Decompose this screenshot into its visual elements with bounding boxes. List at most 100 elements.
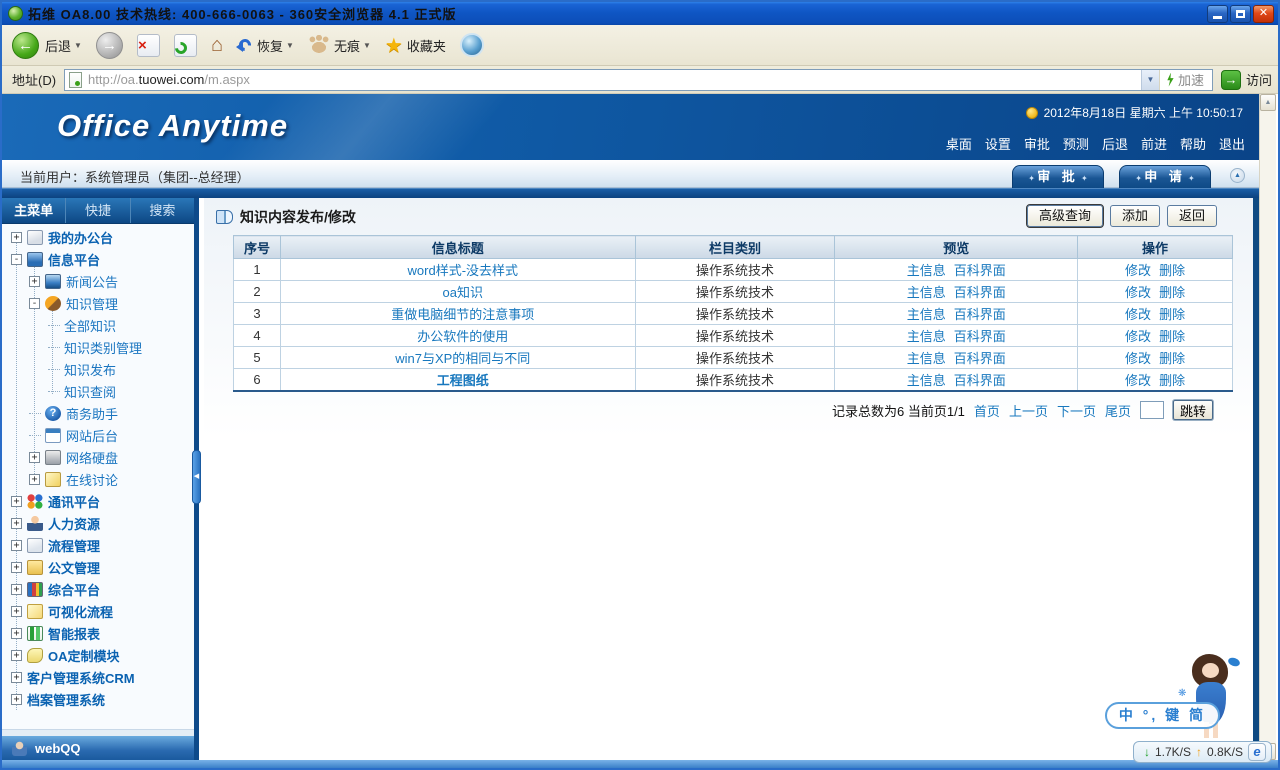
webqq-bar[interactable]: webQQ (2, 736, 194, 760)
link-wiki-view[interactable]: 百科界面 (954, 263, 1006, 278)
tree-item-online-discussion[interactable]: 在线讨论 (2, 468, 194, 490)
link-wiki-view[interactable]: 百科界面 (954, 307, 1006, 322)
link-delete[interactable]: 删除 (1159, 307, 1185, 322)
tab-quick[interactable]: 快捷 (66, 198, 130, 223)
menu-desktop[interactable]: 桌面 (946, 134, 972, 153)
expand-icon[interactable] (29, 452, 40, 463)
expand-icon[interactable] (11, 650, 22, 661)
collapse-header-button[interactable]: ▲ (1230, 168, 1245, 183)
first-page-link[interactable]: 首页 (974, 401, 1000, 420)
game-mode-button[interactable] (460, 33, 484, 57)
expand-icon[interactable] (29, 474, 40, 485)
tree-item-network-disk[interactable]: 网络硬盘 (2, 446, 194, 468)
menu-logout[interactable]: 退出 (1219, 134, 1245, 153)
expand-icon[interactable] (11, 606, 22, 617)
expand-icon[interactable] (11, 496, 22, 507)
menu-forward[interactable]: 前进 (1141, 134, 1167, 153)
home-button[interactable]: ⌂ (211, 34, 223, 57)
accelerate-button[interactable]: 加速 (1159, 70, 1210, 90)
approve-tab-button[interactable]: ✦ 审 批 ✦ (1012, 165, 1104, 188)
page-jump-input[interactable] (1140, 401, 1164, 419)
link-edit[interactable]: 修改 (1125, 373, 1151, 388)
tab-main-menu[interactable]: 主菜单 (2, 198, 66, 223)
link-edit[interactable]: 修改 (1125, 285, 1151, 300)
link-wiki-view[interactable]: 百科界面 (954, 373, 1006, 388)
link-edit[interactable]: 修改 (1125, 307, 1151, 322)
address-input[interactable]: http://oa. tuowei.com /m.aspx ▼ 加速 (64, 69, 1213, 91)
link-delete[interactable]: 删除 (1159, 351, 1185, 366)
tree-item-crm[interactable]: 客户管理系统CRM (2, 666, 194, 688)
advanced-query-button[interactable]: 高级查询 (1027, 205, 1103, 227)
tab-search[interactable]: 搜索 (131, 198, 194, 223)
refresh-button[interactable] (174, 34, 197, 57)
expand-icon[interactable] (11, 694, 22, 705)
link-main-info[interactable]: 主信息 (907, 329, 946, 344)
tree-item-info-platform[interactable]: 信息平台 (2, 248, 194, 270)
collapse-icon[interactable] (29, 298, 40, 309)
row-title-link[interactable]: win7与XP的相同与不同 (395, 351, 530, 366)
expand-icon[interactable] (11, 672, 22, 683)
restore-dropdown-icon[interactable]: ▼ (286, 41, 294, 50)
menu-forecast[interactable]: 预测 (1063, 134, 1089, 153)
expand-icon[interactable] (11, 562, 22, 573)
menu-back[interactable]: 后退 (1102, 134, 1128, 153)
tree-item-document-mgmt[interactable]: 公文管理 (2, 556, 194, 578)
expand-icon[interactable] (11, 518, 22, 529)
tree-item-integrated-platform[interactable]: 综合平台 (2, 578, 194, 600)
row-title-link[interactable]: 工程图纸 (437, 373, 489, 388)
tree-item-comm-platform[interactable]: 通讯平台 (2, 490, 194, 512)
scroll-up-button[interactable]: ▲ (1260, 94, 1276, 111)
next-page-link[interactable]: 下一页 (1057, 401, 1096, 420)
tree-item-knowledge-publish[interactable]: 知识发布 (2, 358, 194, 380)
tree-item-knowledge-category[interactable]: 知识类别管理 (2, 336, 194, 358)
expand-icon[interactable] (11, 584, 22, 595)
menu-settings[interactable]: 设置 (985, 134, 1011, 153)
link-edit[interactable]: 修改 (1125, 329, 1151, 344)
menu-help[interactable]: 帮助 (1180, 134, 1206, 153)
ime-status-bar[interactable]: 中 °, 键 简 (1105, 702, 1220, 729)
tree-item-all-knowledge[interactable]: 全部知识 (2, 314, 194, 336)
tree-item-knowledge-mgmt[interactable]: 知识管理 (2, 292, 194, 314)
tree-item-knowledge-view[interactable]: 知识查阅 (2, 380, 194, 402)
tree-item-my-office[interactable]: 我的办公台 (2, 226, 194, 248)
expand-icon[interactable] (11, 232, 22, 243)
sidebar-collapse-handle[interactable]: ◀ (192, 450, 201, 504)
browser-e-icon[interactable]: e (1248, 743, 1266, 761)
tree-item-smart-report[interactable]: 智能报表 (2, 622, 194, 644)
tree-item-business-assistant[interactable]: ?商务助手 (2, 402, 194, 424)
prev-page-link[interactable]: 上一页 (1009, 401, 1048, 420)
link-main-info[interactable]: 主信息 (907, 307, 946, 322)
tree-item-oa-custom-module[interactable]: OA定制模块 (2, 644, 194, 666)
incognito-dropdown-icon[interactable]: ▼ (363, 41, 371, 50)
tree-item-visual-process[interactable]: 可视化流程 (2, 600, 194, 622)
expand-icon[interactable] (11, 540, 22, 551)
close-button[interactable]: ✕ (1253, 5, 1274, 23)
restore-button[interactable] (1230, 5, 1251, 23)
back-button[interactable]: ← 后退 ▼ (12, 32, 82, 59)
expand-icon[interactable] (29, 276, 40, 287)
jump-button[interactable]: 跳转 (1173, 400, 1213, 420)
last-page-link[interactable]: 尾页 (1105, 401, 1131, 420)
tree-item-archive-mgmt[interactable]: 档案管理系统 (2, 688, 194, 710)
row-title-link[interactable]: oa知识 (443, 285, 483, 300)
forward-button[interactable]: → (96, 32, 123, 59)
link-delete[interactable]: 删除 (1159, 285, 1185, 300)
link-delete[interactable]: 删除 (1159, 373, 1185, 388)
link-wiki-view[interactable]: 百科界面 (954, 329, 1006, 344)
vertical-scrollbar[interactable]: ▲ ▼ (1259, 94, 1276, 760)
link-edit[interactable]: 修改 (1125, 263, 1151, 278)
tree-item-website-admin[interactable]: 网站后台 (2, 424, 194, 446)
link-main-info[interactable]: 主信息 (907, 263, 946, 278)
link-wiki-view[interactable]: 百科界面 (954, 285, 1006, 300)
link-edit[interactable]: 修改 (1125, 351, 1151, 366)
minimize-button[interactable] (1207, 5, 1228, 23)
tree-item-process-mgmt[interactable]: 流程管理 (2, 534, 194, 556)
link-wiki-view[interactable]: 百科界面 (954, 351, 1006, 366)
return-button[interactable]: 返回 (1167, 205, 1217, 227)
incognito-button[interactable]: 无痕 ▼ (308, 35, 371, 55)
link-delete[interactable]: 删除 (1159, 263, 1185, 278)
back-dropdown-icon[interactable]: ▼ (74, 41, 82, 50)
link-main-info[interactable]: 主信息 (907, 285, 946, 300)
tree-item-hr[interactable]: 人力资源 (2, 512, 194, 534)
row-title-link[interactable]: word样式-没去样式 (408, 263, 519, 278)
